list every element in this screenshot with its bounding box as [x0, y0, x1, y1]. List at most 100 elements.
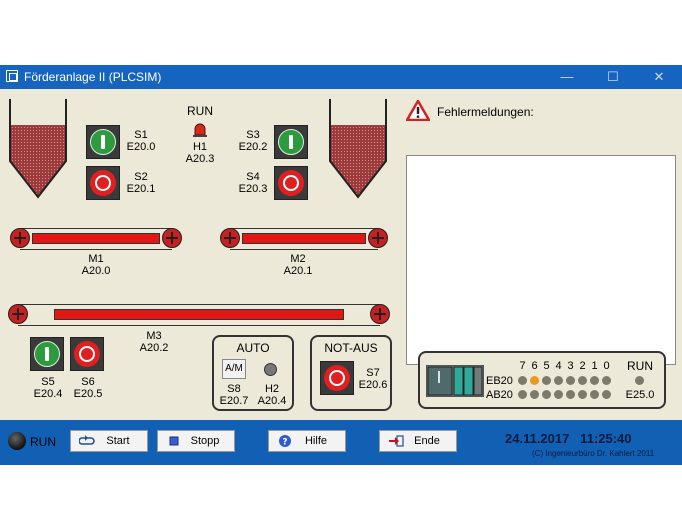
s5-start-button[interactable] [30, 337, 64, 371]
auto-panel: AUTO A/M S8 E20.7 H2 A20.4 [212, 335, 294, 411]
m1-address: A20.0 [81, 265, 111, 277]
warning-icon [406, 100, 430, 121]
s2-address: E20.1 [126, 183, 156, 195]
eb20-label: EB20 [486, 375, 513, 387]
eb20-bit-led [530, 376, 539, 385]
s6-label: S6 [81, 376, 95, 388]
h2-address: A20.4 [257, 395, 287, 407]
s4-stop-button[interactable] [274, 166, 308, 200]
s1-label: S1 [134, 129, 148, 141]
plc-run-address: E25.0 [625, 389, 655, 401]
main-window: Förderanlage II (PLCSIM) — ☐ ✕ RUN H1 A2… [0, 65, 682, 465]
ab20-bit-led [530, 390, 539, 399]
bit-number: 5 [543, 360, 550, 372]
ab20-bit-led [566, 390, 575, 399]
status-bar: RUN Start Stopp ? Hilfe Ende 24.11.2017 … [0, 420, 682, 465]
end-button[interactable]: Ende [379, 430, 457, 452]
bit-number: 4 [555, 360, 562, 372]
h2-label: H2 [264, 383, 280, 395]
plc-run-label: RUN [627, 359, 653, 373]
conveyor-m2-belt [242, 233, 366, 244]
eb20-bit-led [578, 376, 587, 385]
m2-address: A20.1 [283, 265, 313, 277]
window-title: Förderanlage II (PLCSIM) [24, 70, 162, 84]
s8-address: E20.7 [219, 395, 249, 407]
bit-number: 1 [591, 360, 598, 372]
s4-label: S4 [246, 171, 260, 183]
s6-stop-button[interactable] [70, 337, 104, 371]
maximize-button[interactable]: ☐ [590, 65, 636, 89]
eb20-bit-led [542, 376, 551, 385]
s6-address: E20.5 [73, 388, 103, 400]
roller-icon [220, 228, 240, 248]
h1-address: A20.3 [185, 153, 215, 165]
s1-address: E20.0 [126, 141, 156, 153]
s7-emergency-stop-button[interactable] [320, 361, 354, 395]
errors-title: Fehlermeldungen: [437, 105, 534, 119]
close-button[interactable]: ✕ [636, 65, 682, 89]
s5-address: E20.4 [33, 388, 63, 400]
help-button[interactable]: ? Hilfe [268, 430, 346, 452]
eb20-bit-led [554, 376, 563, 385]
ab20-bit-led [590, 390, 599, 399]
am-switch-button[interactable]: A/M [222, 359, 246, 379]
bit-number: 6 [531, 360, 538, 372]
bit-header: 76543210 [518, 360, 618, 372]
alarm-lamp-icon [193, 123, 207, 137]
s7-label: S7 [366, 367, 380, 379]
h2-indicator-lamp [264, 363, 277, 376]
app-icon [6, 70, 18, 82]
title-bar: Förderanlage II (PLCSIM) — ☐ ✕ [0, 65, 682, 89]
start-button-label: Start [106, 435, 130, 447]
s5-label: S5 [41, 376, 55, 388]
start-button[interactable]: Start [70, 430, 148, 452]
ab20-leds [518, 390, 618, 400]
roller-icon [162, 228, 182, 248]
notaus-title: NOT-AUS [324, 341, 378, 355]
run-label-top: RUN [187, 104, 213, 118]
ab20-bit-led [602, 390, 611, 399]
s8-label: S8 [227, 383, 241, 395]
left-hopper-icon [9, 99, 67, 199]
ab20-bit-led [554, 390, 563, 399]
s2-stop-button[interactable] [86, 166, 120, 200]
m2-label: M2 [290, 253, 306, 265]
plc-status-panel: 76543210 EB20 AB20 RUN E25.0 [418, 351, 666, 409]
ab20-bit-led [518, 390, 527, 399]
m3-label: M3 [146, 330, 162, 342]
help-button-label: Hilfe [304, 435, 327, 447]
ab20-label: AB20 [486, 389, 513, 401]
roller-icon [370, 304, 390, 324]
emergency-stop-panel: NOT-AUS S7 E20.6 [310, 335, 392, 411]
minimize-button[interactable]: — [544, 65, 590, 89]
end-button-label: Ende [414, 435, 440, 447]
m3-address: A20.2 [139, 342, 169, 354]
s4-address: E20.3 [238, 183, 268, 195]
bit-number: 0 [603, 360, 610, 372]
eb20-leds [518, 376, 618, 386]
error-messages-list[interactable] [406, 155, 676, 365]
simulation-area: RUN H1 A20.3 S1 E20.0 S2 E20.1 S3 E20.2 … [0, 89, 682, 420]
plc-module-icon [426, 365, 484, 397]
run-status-label: RUN [30, 435, 56, 449]
conveyor-m1-belt [32, 233, 160, 244]
s3-address: E20.2 [238, 141, 268, 153]
copyright-text: (C) Ingenieurbüro Dr. Kahlert 2011 [532, 449, 655, 458]
conveyor-m3 [8, 304, 390, 326]
stop-button[interactable]: Stopp [157, 430, 235, 452]
plc-run-led [635, 376, 644, 385]
roller-icon [8, 304, 28, 324]
run-status-led [8, 432, 26, 450]
s1-start-button[interactable] [86, 125, 120, 159]
roller-icon [368, 228, 388, 248]
datetime-display: 24.11.2017 11:25:40 [505, 431, 632, 446]
bit-number: 7 [519, 360, 526, 372]
s7-address: E20.6 [358, 379, 388, 391]
h1-label: H1 [192, 141, 208, 153]
eb20-bit-led [590, 376, 599, 385]
roller-icon [10, 228, 30, 248]
stop-button-label: Stopp [190, 435, 220, 447]
eb20-bit-led [602, 376, 611, 385]
s3-start-button[interactable] [274, 125, 308, 159]
ab20-bit-led [542, 390, 551, 399]
